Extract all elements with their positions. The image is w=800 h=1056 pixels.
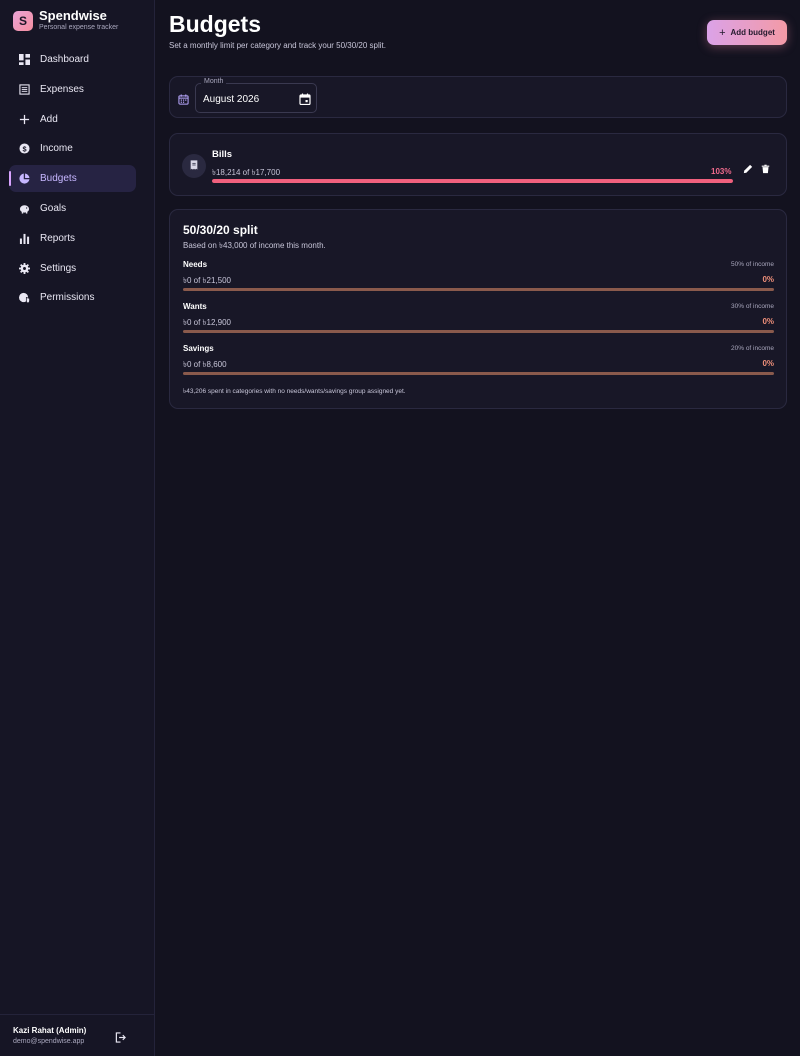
sidebar-item-permissions[interactable]: Permissions (9, 284, 136, 311)
month-card: Month August 2026 (169, 76, 787, 118)
page-title: Budgets (169, 11, 261, 37)
sidebar-item-label: Settings (40, 262, 77, 274)
sidebar-item-expenses[interactable]: Expenses (9, 76, 136, 103)
user-email: demo@spendwise.app (13, 1038, 85, 1045)
split-row-name: Wants (183, 302, 207, 311)
budget-card-bills: Bills ৳18,214 of ৳17,700 103% (169, 133, 787, 196)
sidebar-item-reports[interactable]: Reports (9, 225, 136, 252)
split-progress-bar (183, 330, 774, 333)
split-row-amount: ৳0 of ৳8,600 (183, 360, 227, 369)
plus-icon (19, 114, 30, 125)
split-row-share: 30% of income (731, 303, 774, 310)
split-note: ৳43,206 spent in categories with no need… (183, 388, 406, 395)
sidebar-item-budgets[interactable]: Budgets (9, 165, 136, 193)
split-row-savings: Savings 20% of income ৳0 of ৳8,600 0% (183, 344, 774, 384)
split-progress-bar (183, 288, 774, 291)
calendar-icon (178, 92, 189, 105)
brand-logo: S (13, 11, 33, 31)
pie-chart-icon (19, 173, 30, 184)
split-row-name: Needs (183, 260, 208, 269)
user-name: Kazi Rahat (Admin) (13, 1026, 87, 1035)
month-field[interactable]: Month August 2026 (195, 78, 317, 113)
brand-tagline: Personal expense tracker (39, 24, 119, 31)
dollar-icon: $ (19, 143, 30, 154)
split-subtitle: Based on ৳43,000 of income this month. (183, 241, 326, 250)
page-subtitle: Set a monthly limit per category and tra… (169, 41, 386, 50)
plus-icon: + (719, 26, 726, 39)
sidebar-item-label: Reports (40, 232, 76, 244)
split-progress-bar (183, 372, 774, 375)
sidebar-item-goals[interactable]: Goals (9, 195, 136, 222)
month-field-label: Month (201, 78, 227, 85)
receipt-icon (189, 157, 199, 175)
budget-name: Bills (212, 149, 233, 160)
add-budget-button[interactable]: + Add budget (707, 20, 787, 45)
piggy-bank-icon (19, 203, 30, 214)
user-panel: Kazi Rahat (Admin) demo@spendwise.app (0, 1014, 155, 1056)
split-row-needs: Needs 50% of income ৳0 of ৳21,500 0% (183, 260, 774, 300)
split-card: 50/30/20 split Based on ৳43,000 of incom… (169, 209, 787, 409)
split-row-percent: 0% (762, 275, 774, 284)
sidebar-item-add[interactable]: Add (9, 106, 136, 133)
sidebar-item-label: Budgets (40, 173, 77, 185)
user-shield-icon (19, 292, 30, 304)
brand-name: Spendwise (39, 8, 107, 23)
sidebar-item-label: Add (40, 113, 58, 125)
gear-icon (19, 262, 30, 274)
sidebar-item-label: Permissions (40, 292, 95, 304)
budget-percent: 103% (711, 167, 732, 176)
dashboard-icon (19, 54, 30, 65)
sidebar-item-settings[interactable]: Settings (9, 255, 136, 282)
sidebar-item-label: Income (40, 143, 73, 155)
sidebar: S Spendwise Personal expense tracker Das… (0, 0, 155, 1056)
svg-text:$: $ (22, 145, 26, 154)
budget-progress-bar (212, 179, 733, 183)
sidebar-item-label: Expenses (40, 83, 84, 95)
sidebar-item-dashboard[interactable]: Dashboard (9, 46, 136, 73)
split-row-amount: ৳0 of ৳12,900 (183, 318, 232, 327)
month-field-value: August 2026 (203, 94, 260, 105)
split-row-percent: 0% (762, 317, 774, 326)
sidebar-item-label: Dashboard (40, 54, 89, 65)
split-row-amount: ৳0 of ৳21,500 (183, 276, 232, 285)
logout-icon[interactable] (115, 1030, 126, 1043)
sidebar-item-income[interactable]: $ Income (9, 135, 136, 162)
bills-avatar (182, 154, 206, 178)
split-row-wants: Wants 30% of income ৳0 of ৳12,900 0% (183, 302, 774, 342)
edit-icon[interactable] (743, 161, 753, 174)
split-row-name: Savings (183, 344, 214, 353)
split-title: 50/30/20 split (183, 223, 258, 237)
add-budget-label: Add budget (730, 28, 775, 37)
split-row-percent: 0% (762, 359, 774, 368)
trash-icon[interactable] (761, 161, 770, 174)
bar-chart-icon (19, 233, 30, 244)
receipt-icon (19, 84, 30, 95)
split-row-share: 20% of income (731, 345, 774, 352)
sidebar-item-label: Goals (40, 202, 67, 214)
sidebar-nav: Dashboard Expenses Add $ Income Budgets (9, 46, 136, 314)
brand[interactable]: S Spendwise Personal expense tracker (13, 9, 118, 33)
main-content: Budgets Set a monthly limit per category… (155, 0, 800, 1056)
split-row-share: 50% of income (731, 261, 774, 268)
calendar-picker-icon[interactable] (299, 92, 311, 106)
budget-progress-fill (212, 179, 733, 183)
